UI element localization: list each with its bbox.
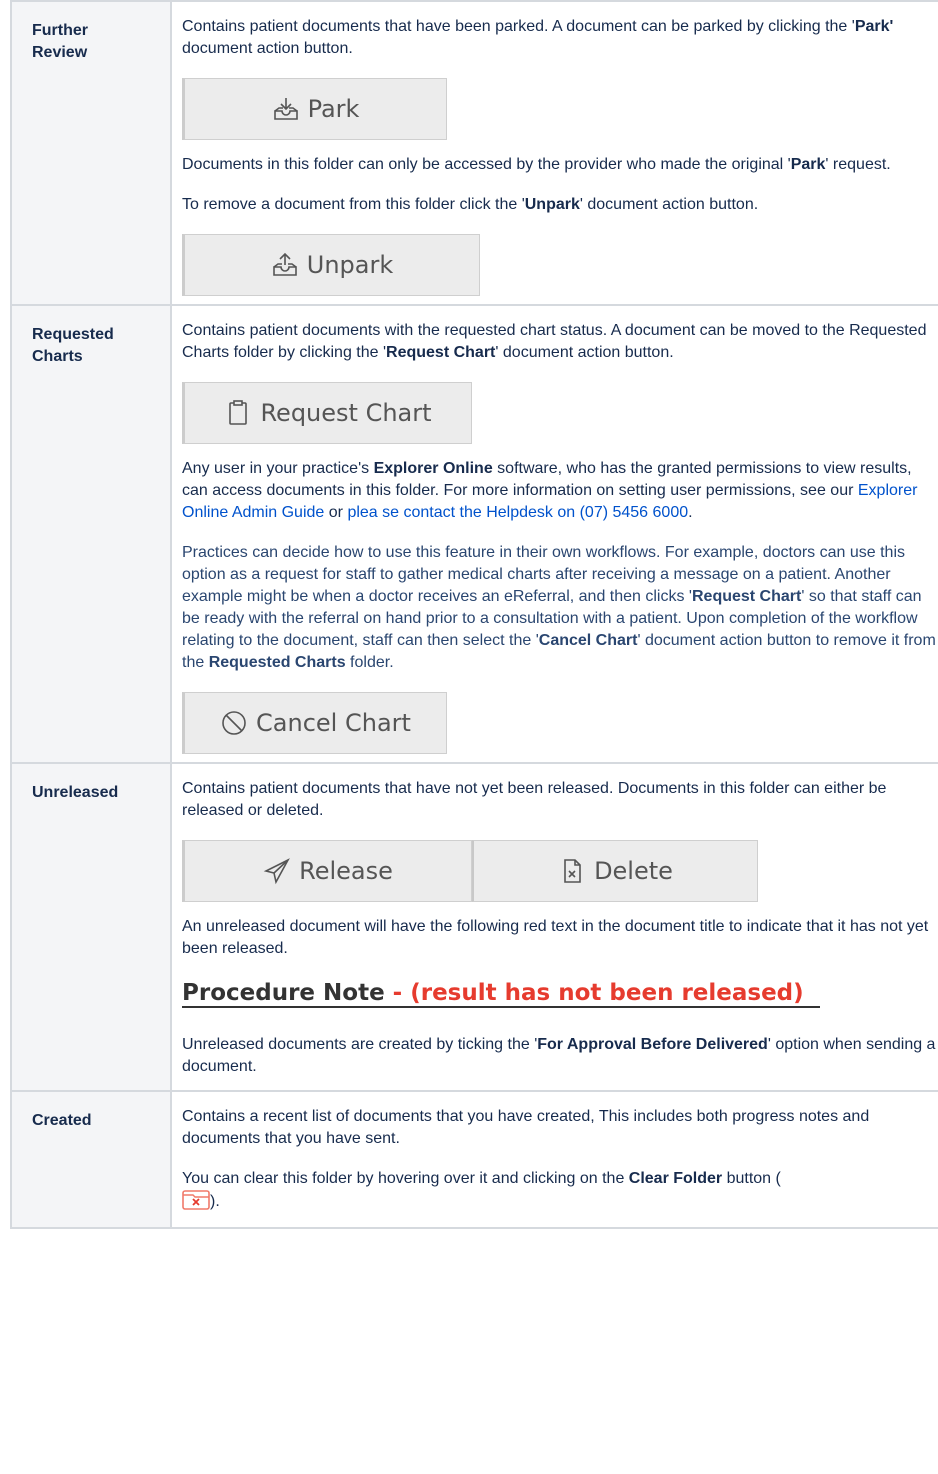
paragraph: Contains patient documents that have not…	[182, 780, 887, 819]
release-button[interactable]: Release	[182, 840, 472, 902]
text: You can clear this folder by hovering ov…	[182, 1170, 629, 1187]
button-label: Park	[307, 95, 360, 123]
paragraph: Unreleased documents are created by tick…	[182, 1034, 936, 1078]
text: ' document action button.	[495, 344, 674, 361]
paragraph: Contains a recent list of documents that…	[182, 1108, 870, 1147]
table-row-further-review: Further Review Contains patient document…	[10, 0, 938, 306]
text: ' request.	[825, 156, 891, 173]
document-title: Procedure Note	[182, 980, 385, 1006]
paragraph: An unreleased document will have the fol…	[182, 918, 929, 957]
bold-text: Unpark	[524, 196, 580, 213]
paragraph: Contains patient documents that have bee…	[182, 16, 936, 60]
bold-text: Park	[790, 156, 826, 173]
text: Contains patient documents that have bee…	[182, 18, 855, 35]
text: ).	[210, 1193, 220, 1210]
unreleased-indicator: - (result has not been released)	[384, 980, 804, 1006]
bold-text: Explorer Online	[373, 460, 493, 477]
button-label: Cancel Chart	[256, 709, 411, 737]
button-label: Delete	[594, 857, 673, 885]
row-key: Requested Charts	[10, 304, 172, 764]
bold-text: Clear Folder	[628, 1170, 723, 1187]
unpark-icon	[272, 252, 297, 276]
paragraph: Documents in this folder can only be acc…	[182, 154, 936, 176]
bold-text: Cancel Chart	[538, 632, 638, 649]
text: document action button.	[182, 40, 353, 57]
bold-text: Park'	[854, 18, 894, 35]
clear-folder-icon	[182, 1190, 210, 1210]
text: Any user in your practice's	[182, 460, 374, 477]
row-key: Further Review	[10, 0, 172, 306]
button-label: Release	[299, 857, 393, 885]
row-description: Contains patient documents with the requ…	[170, 304, 938, 764]
cancel-chart-button[interactable]: Cancel Chart	[182, 692, 447, 754]
cancel-icon	[222, 711, 246, 735]
table-row-requested-charts: Requested Charts Contains patient docume…	[10, 304, 938, 764]
folders-table: Further Review Contains patient document…	[10, 0, 938, 1229]
request-chart-button[interactable]: Request Chart	[182, 382, 472, 444]
bold-text: For Approval Before Delivered	[537, 1036, 768, 1053]
key-label: Requested Charts	[32, 326, 114, 365]
text: or	[324, 504, 348, 521]
bold-text: Request Chart	[386, 344, 496, 361]
release-delete-buttons: Release Delete	[182, 840, 936, 902]
button-label: Request Chart	[260, 399, 432, 427]
paragraph: Practices can decide how to use this fea…	[182, 542, 936, 674]
key-label: Unreleased	[32, 784, 119, 801]
delete-button[interactable]: Delete	[472, 840, 758, 902]
unreleased-title-example: Procedure Note - (result has not been re…	[182, 982, 820, 1008]
button-label: Unpark	[306, 251, 394, 279]
park-icon	[273, 98, 298, 120]
paragraph: To remove a document from this folder cl…	[182, 194, 936, 216]
row-description: Contains a recent list of documents that…	[170, 1090, 938, 1229]
key-label: Further Review	[32, 22, 88, 61]
clipboard-icon	[229, 400, 248, 425]
send-icon	[263, 858, 291, 885]
row-description: Contains patient documents that have not…	[170, 762, 938, 1092]
bold-text: Request Chart	[691, 588, 802, 605]
text: .	[688, 504, 693, 521]
text: ' document action button.	[579, 196, 759, 213]
row-key: Created	[10, 1090, 172, 1229]
text: folder.	[345, 654, 394, 671]
bold-text: Requested Charts	[208, 654, 346, 671]
table-row-created: Created Contains a recent list of docume…	[10, 1090, 938, 1229]
row-description: Contains patient documents that have bee…	[170, 0, 938, 306]
paragraph: Contains patient documents with the requ…	[182, 320, 936, 364]
unpark-button[interactable]: Unpark	[182, 234, 480, 296]
text: button (	[722, 1170, 781, 1187]
paragraph: You can clear this folder by hovering ov…	[182, 1168, 936, 1213]
text: Unreleased documents are created by tick…	[182, 1036, 538, 1053]
key-label: Created	[32, 1112, 92, 1129]
helpdesk-link[interactable]: plea se contact the Helpdesk on (07) 545…	[347, 504, 688, 521]
park-button[interactable]: Park	[182, 78, 447, 140]
row-key: Unreleased	[10, 762, 172, 1092]
paragraph: Any user in your practice's Explorer Onl…	[182, 458, 936, 524]
table-row-unreleased: Unreleased Contains patient documents th…	[10, 762, 938, 1092]
text: Documents in this folder can only be acc…	[182, 156, 791, 173]
text: To remove a document from this folder cl…	[182, 196, 525, 213]
delete-document-icon	[564, 859, 581, 883]
